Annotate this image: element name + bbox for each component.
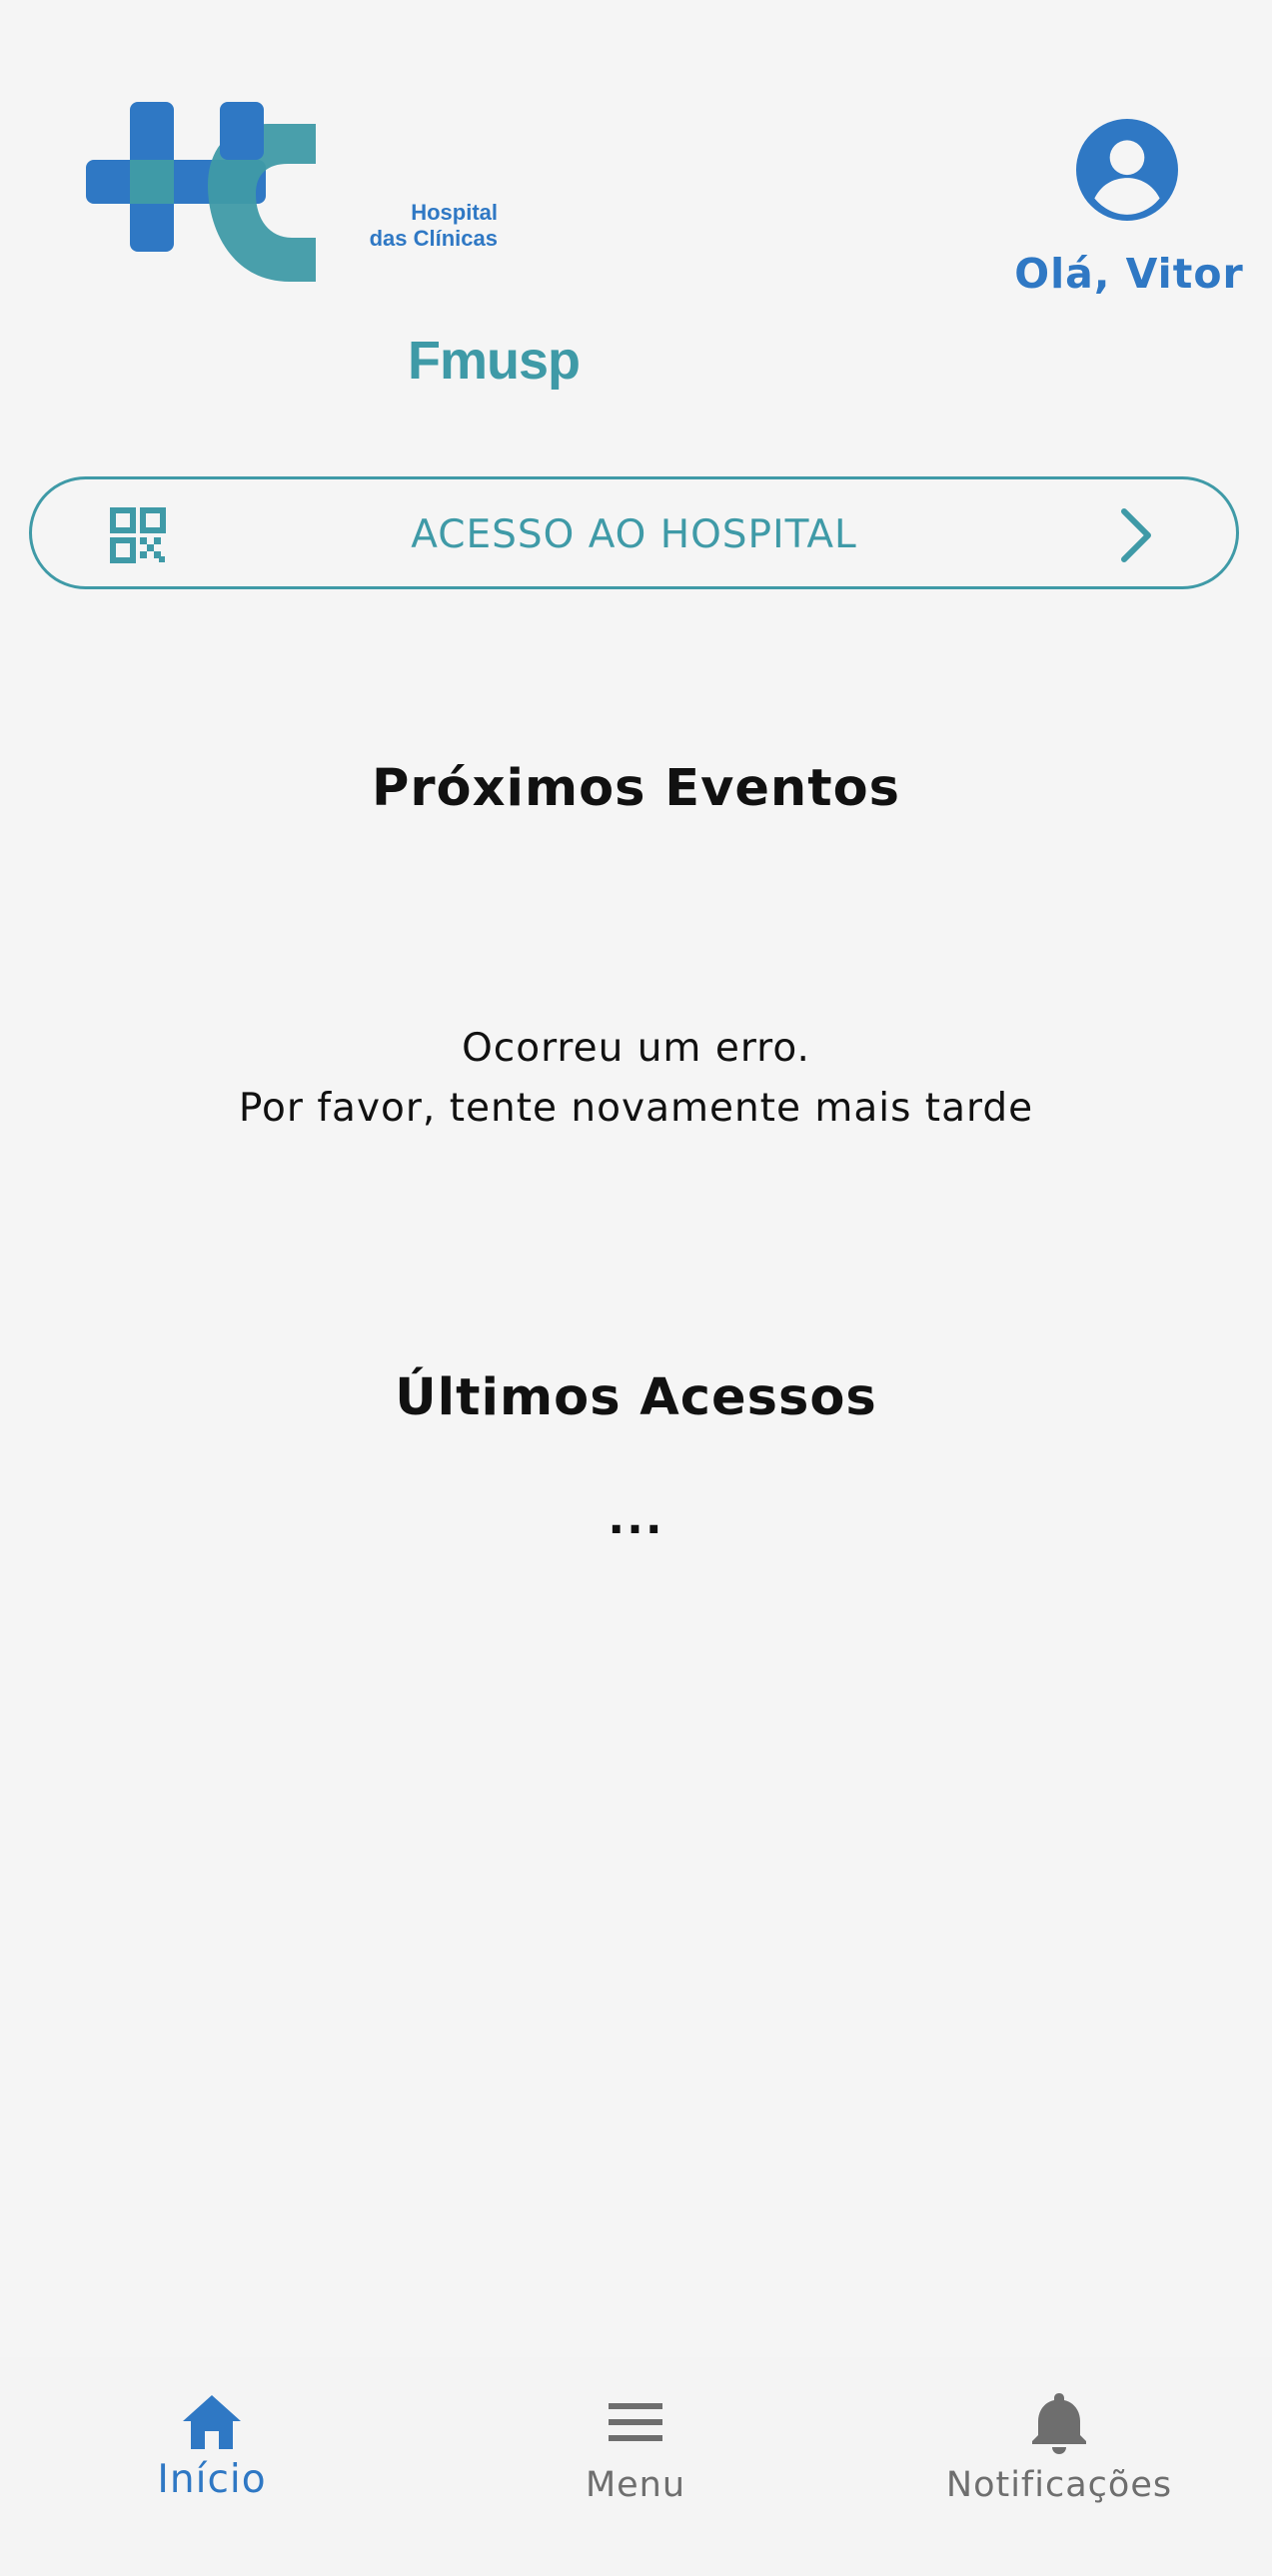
logo-text-fmusp: Fmusp [408, 331, 581, 391]
recent-accesses-title: Últimos Acessos [395, 1368, 877, 1427]
profile-button[interactable]: Olá, Vitor [1004, 112, 1254, 312]
hospital-access-button[interactable]: ACESSO AO HOSPITAL [29, 476, 1239, 589]
logo-text-das-clinicas: das Clínicas [369, 226, 498, 251]
logo-text-hospital: Hospital [411, 200, 498, 225]
bottom-navigation: Início Menu Notificações [0, 2357, 1272, 2576]
hc-logo-mark [86, 102, 316, 282]
hc-fmusp-logo: Hospital das Clínicas Fmusp [80, 96, 581, 388]
chevron-right-icon [1121, 508, 1151, 562]
nav-item-inicio[interactable]: Início [0, 2357, 424, 2576]
events-error-message: Ocorreu um erro. Por favor, tente novame… [0, 1019, 1272, 1139]
nav-item-notificacoes[interactable]: Notificações [847, 2357, 1271, 2576]
nav-label-menu: Menu [585, 2465, 686, 2505]
nav-label-notificacoes: Notificações [945, 2465, 1173, 2505]
upcoming-events-title: Próximos Eventos [372, 759, 900, 818]
greeting-text: Olá, Vitor [1014, 250, 1244, 298]
menu-icon [609, 2403, 662, 2441]
nav-label-inicio: Início [157, 2457, 267, 2502]
hospital-access-label: ACESSO AO HOSPITAL [411, 512, 857, 557]
error-line-1: Ocorreu um erro. [462, 1026, 810, 1071]
nav-item-menu[interactable]: Menu [424, 2357, 847, 2576]
home-icon [183, 2395, 241, 2449]
loading-indicator: ... [608, 1493, 664, 1544]
user-avatar-icon [1076, 119, 1178, 221]
error-line-2: Por favor, tente novamente mais tarde [238, 1086, 1034, 1131]
bell-icon [1032, 2393, 1086, 2454]
